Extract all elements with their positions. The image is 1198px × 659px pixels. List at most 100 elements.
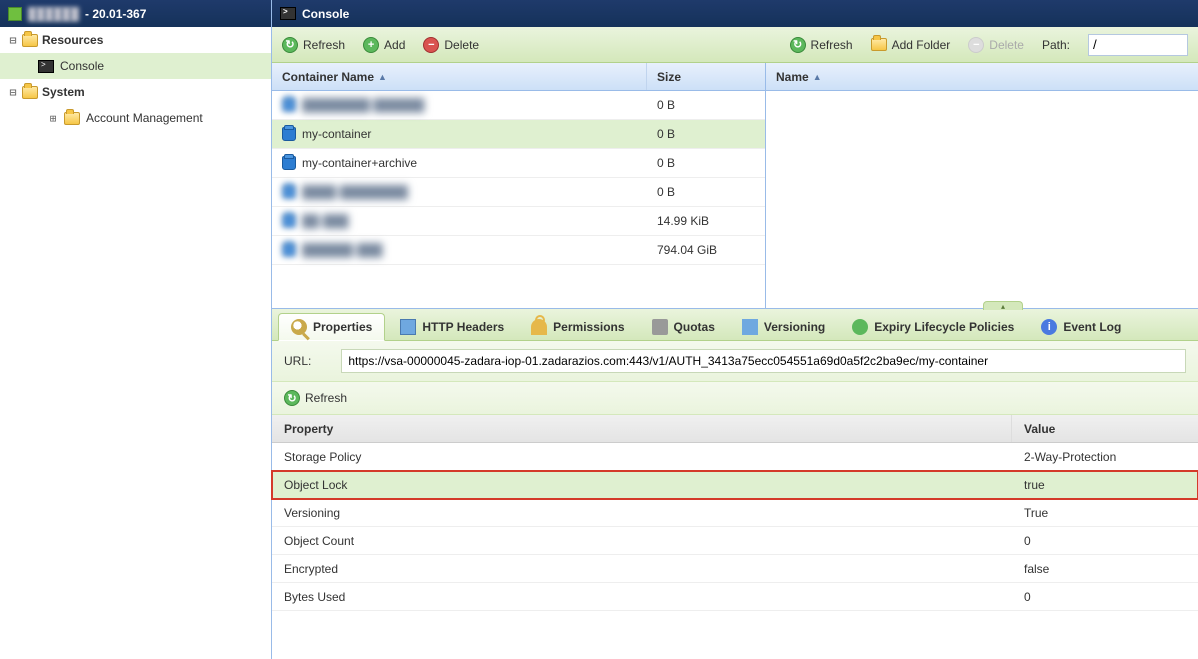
tab-expiry[interactable]: Expiry Lifecycle Policies (840, 313, 1026, 340)
objects-body (766, 91, 1198, 308)
url-bar: URL: (272, 341, 1198, 382)
property-value: false (1012, 562, 1198, 576)
property-row[interactable]: VersioningTrue (272, 499, 1198, 527)
tree-item-console[interactable]: Console (0, 53, 271, 79)
property-name: Object Count (272, 534, 1012, 548)
property-value: 0 (1012, 590, 1198, 604)
add-folder-button[interactable]: Add Folder (871, 38, 951, 52)
key-icon (531, 319, 547, 335)
delete-button[interactable]: Delete (423, 37, 479, 53)
col-size[interactable]: Size (647, 70, 691, 84)
table-row[interactable]: my-container+archive 0 B (272, 149, 765, 178)
tab-permissions[interactable]: Permissions (519, 313, 636, 340)
property-row[interactable]: Object Locktrue (272, 471, 1198, 499)
collapse-icon[interactable]: ⊟ (8, 34, 18, 47)
http-icon (400, 319, 416, 335)
path-label: Path: (1042, 38, 1070, 52)
tab-http-headers[interactable]: HTTP Headers (388, 313, 516, 340)
status-indicator (8, 7, 22, 21)
container-size: 0 B (647, 127, 765, 141)
container-size: 0 B (647, 156, 765, 170)
container-name: ██████-███ (302, 243, 383, 257)
delete-icon (968, 37, 984, 53)
sidebar-header: ██████ - 20.01-367 (0, 0, 271, 27)
col-property[interactable]: Property (272, 415, 1012, 442)
tab-event-log[interactable]: Event Log (1029, 313, 1133, 340)
refresh-icon (284, 390, 300, 406)
container-icon (282, 214, 296, 228)
property-name: Bytes Used (272, 590, 1012, 604)
quota-icon (652, 319, 668, 335)
page-title: Console (302, 7, 349, 21)
property-row[interactable]: Bytes Used0 (272, 583, 1198, 611)
splitter-handle[interactable]: ▴ (983, 301, 1023, 310)
property-value: true (1012, 478, 1198, 492)
tree-node-resources[interactable]: ⊟ Resources (0, 27, 271, 53)
refresh-props-button[interactable]: Refresh (284, 390, 1186, 406)
content-split: Container Name ▲ Size ████████ ██████ 0 B… (272, 63, 1198, 309)
property-value: 0 (1012, 534, 1198, 548)
container-icon (282, 156, 296, 170)
tab-versioning[interactable]: Versioning (730, 313, 837, 340)
tree-item-account-management[interactable]: ⊞ Account Management (0, 105, 271, 131)
property-name: Versioning (272, 506, 1012, 520)
path-input[interactable] (1088, 34, 1188, 56)
collapse-icon[interactable]: ⊟ (8, 86, 18, 99)
refresh-objects-button[interactable]: Refresh (790, 37, 853, 53)
props-header: Property Value (272, 415, 1198, 443)
sort-asc-icon: ▲ (813, 72, 822, 82)
refresh-icon (282, 37, 298, 53)
tab-properties[interactable]: Properties (278, 313, 385, 341)
property-value: True (1012, 506, 1198, 520)
folder-icon (22, 34, 38, 47)
containers-body: ████████ ██████0 Bmy-container0 Bmy-cont… (272, 91, 765, 308)
container-icon (282, 127, 296, 141)
url-value[interactable] (341, 349, 1186, 373)
info-icon (1041, 319, 1057, 335)
objects-header: Name ▲ (766, 63, 1198, 91)
table-row[interactable]: ██-███14.99 KiB (272, 207, 765, 236)
sort-asc-icon: ▲ (378, 72, 387, 82)
system-label: System (42, 85, 85, 99)
tab-quotas[interactable]: Quotas (640, 313, 727, 340)
resources-label: Resources (42, 33, 103, 47)
container-name: ██-███ (302, 214, 349, 228)
col-object-name[interactable]: Name ▲ (766, 70, 832, 84)
main-panel: Console Refresh Add Delete Refresh (272, 0, 1198, 659)
main-header: Console (272, 0, 1198, 27)
container-name: ████████ ██████ (302, 98, 424, 112)
container-icon (282, 185, 296, 199)
property-name: Encrypted (272, 562, 1012, 576)
table-row[interactable]: ████████ ██████ 0 B (272, 91, 765, 120)
add-icon (363, 37, 379, 53)
col-value[interactable]: Value (1012, 422, 1198, 436)
container-size: 0 B (647, 98, 765, 112)
table-row[interactable]: ██████-███794.04 GiB (272, 236, 765, 265)
expand-icon[interactable]: ⊞ (48, 112, 58, 125)
folder-icon (64, 112, 80, 125)
properties-icon (291, 319, 307, 335)
property-row[interactable]: Encryptedfalse (272, 555, 1198, 583)
container-name: my-container+archive (302, 156, 417, 170)
sidebar: ██████ - 20.01-367 ⊟ Resources Console ⊟… (0, 0, 272, 659)
console-label: Console (60, 59, 104, 73)
containers-header: Container Name ▲ Size (272, 63, 765, 91)
table-row[interactable]: ████-████████0 B (272, 178, 765, 207)
col-container-name[interactable]: Container Name ▲ (272, 63, 647, 90)
container-size: 0 B (647, 185, 765, 199)
property-row[interactable]: Object Count0 (272, 527, 1198, 555)
tree-node-system[interactable]: ⊟ System (0, 79, 271, 105)
property-row[interactable]: Storage Policy2-Way-Protection (272, 443, 1198, 471)
container-name: my-container (302, 127, 371, 141)
table-row[interactable]: my-container 0 B (272, 120, 765, 149)
refresh-button[interactable]: Refresh (282, 37, 345, 53)
property-value: 2-Way-Protection (1012, 450, 1198, 464)
tabbar: Properties HTTP Headers Permissions Quot… (272, 309, 1198, 341)
objects-grid: Name ▲ (766, 63, 1198, 308)
refresh-icon (790, 37, 806, 53)
nav-tree: ⊟ Resources Console ⊟ System ⊞ Account M… (0, 27, 271, 659)
version-label: - 20.01-367 (85, 7, 146, 21)
add-button[interactable]: Add (363, 37, 405, 53)
console-icon (38, 60, 54, 73)
toolbar: Refresh Add Delete Refresh Add Folder (272, 27, 1198, 63)
